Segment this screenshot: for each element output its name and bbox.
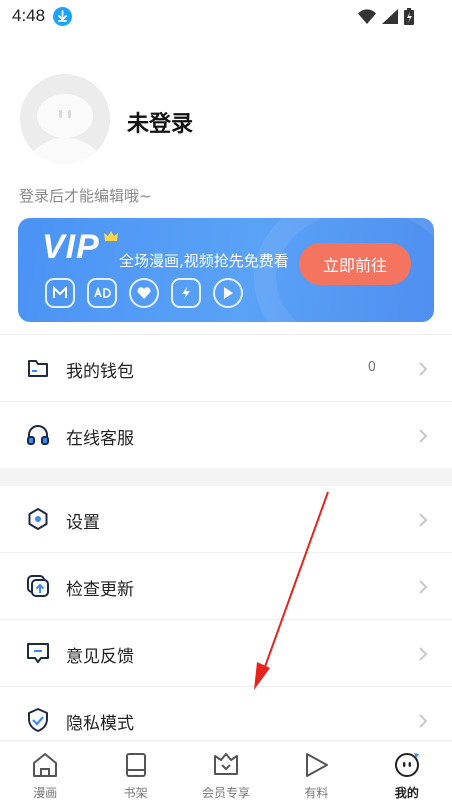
comic-m-icon [45, 278, 75, 308]
tab-label: 有料 [304, 786, 329, 800]
vip-go-button[interactable]: 立即前往 [299, 243, 411, 285]
privacy-shield-icon [28, 708, 48, 732]
update-icon [27, 575, 49, 597]
username[interactable]: 未登录 [127, 106, 193, 138]
tab-label: 会员专享 [202, 786, 251, 800]
play-icon [306, 753, 329, 777]
vip-description: 全场漫画,视频抢先免费看 [119, 252, 289, 270]
menu-group-settings: 设置 检查更新 意见反馈 隐私模式 [0, 486, 452, 754]
section-separator [0, 468, 452, 486]
menu-item-feedback[interactable]: 意见反馈 [0, 620, 452, 687]
signal-icon [382, 8, 398, 24]
wallet-icon [28, 360, 48, 377]
menu-item-settings[interactable]: 设置 [0, 486, 452, 553]
wifi-icon [358, 8, 376, 24]
vip-perk-icons [45, 278, 243, 308]
menu-item-customer-service[interactable]: 在线客服 [0, 402, 452, 469]
lightning-crown-icon [171, 278, 201, 308]
chevron-right-icon [419, 714, 428, 728]
tab-bookshelf[interactable]: 书架 [90, 741, 180, 804]
chevron-right-icon [419, 429, 428, 443]
crown-icon [104, 231, 118, 241]
menu-item-check-update[interactable]: 检查更新 [0, 553, 452, 620]
menu-label: 在线客服 [66, 429, 134, 449]
wallet-balance: 0 [367, 360, 376, 375]
chevron-right-icon [419, 513, 428, 527]
tab-vip-exclusive[interactable]: 会员专享 [181, 741, 271, 804]
settings-icon [28, 508, 48, 530]
bookshelf-icon [125, 753, 146, 777]
feedback-icon [27, 643, 49, 663]
play-circle-icon [213, 278, 243, 308]
status-time: 4:48 [12, 6, 46, 25]
vip-crown-icon [214, 753, 239, 775]
headset-icon [27, 425, 49, 445]
menu-label: 设置 [66, 513, 100, 533]
tab-comics[interactable]: 漫画 [0, 741, 90, 804]
download-icon [53, 7, 72, 26]
tab-label: 我的 [394, 786, 419, 800]
status-bar: 4:48 [0, 0, 452, 34]
status-icons [358, 7, 414, 25]
chevron-right-icon [419, 580, 428, 594]
avatar[interactable] [20, 74, 110, 164]
tab-highlights[interactable]: 有料 [271, 741, 361, 804]
tab-mine[interactable]: 我的 [362, 741, 452, 804]
tab-label: 漫画 [33, 786, 58, 800]
menu-group-account: 我的钱包 0 在线客服 [0, 335, 452, 469]
login-hint: 登录后才能编辑哦~ [19, 187, 152, 205]
vip-banner[interactable]: VIP 全场漫画,视频抢先免费看 立即前往 [18, 218, 434, 322]
tab-label: 书架 [123, 786, 148, 800]
battery-icon [404, 7, 414, 25]
ad-free-icon [87, 278, 117, 308]
profile-face-icon [394, 753, 419, 777]
home-icon [33, 753, 58, 777]
menu-item-wallet[interactable]: 我的钱包 0 [0, 335, 452, 402]
menu-label: 隐私模式 [66, 714, 134, 734]
bottom-tab-bar: 漫画 书架 会员专享 有料 我的 [0, 740, 452, 804]
menu-label: 意见反馈 [66, 647, 134, 667]
chevron-right-icon [419, 362, 428, 376]
menu-label: 我的钱包 [66, 362, 134, 382]
vip-title: VIP [42, 228, 100, 266]
chevron-right-icon [419, 647, 428, 661]
menu-label: 检查更新 [66, 580, 134, 600]
heart-icon [129, 278, 159, 308]
